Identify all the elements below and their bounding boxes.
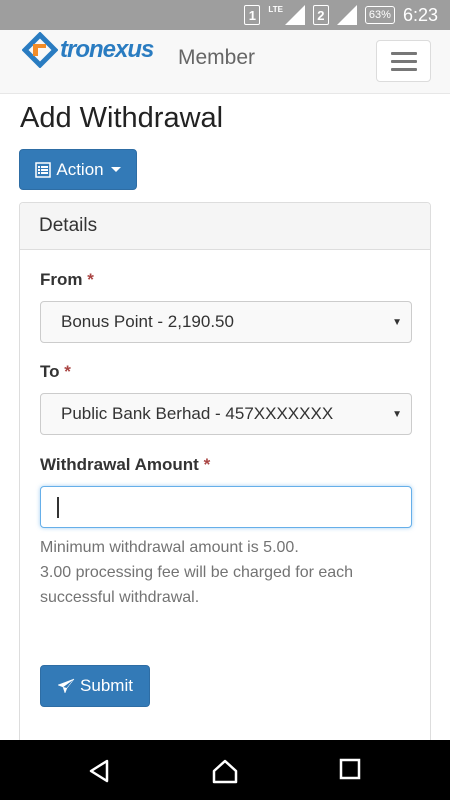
system-nav-bar [0, 740, 450, 800]
brand-name: tronexus [60, 36, 154, 63]
caret-down-icon [110, 167, 121, 172]
from-label-text: From [40, 270, 83, 289]
panel-heading: Details [20, 203, 430, 250]
required-marker: * [87, 270, 94, 289]
menu-bar-icon [390, 67, 417, 71]
required-marker: * [64, 362, 71, 381]
menu-bar-icon [390, 51, 417, 55]
back-icon[interactable] [86, 758, 112, 784]
details-panel: Details From * Bonus Point - 2,190.50 ▼ … [19, 202, 431, 762]
help-line-fee: 3.00 processing fee will be charged for … [40, 564, 354, 606]
top-navbar: tronexus Member [0, 30, 450, 94]
from-label: From * [40, 270, 94, 290]
home-icon[interactable] [211, 758, 239, 784]
menu-bar-icon [390, 59, 417, 63]
network-type: LTE [268, 4, 283, 14]
action-button-label: Action [56, 159, 104, 179]
status-bar: 1 LTE 2 63% 6:23 [0, 0, 450, 30]
dropdown-arrow-icon: ▼ [392, 409, 402, 420]
paper-plane-icon [57, 678, 75, 694]
brand-logo-link[interactable]: tronexus [22, 32, 154, 68]
action-dropdown-button[interactable]: Action [19, 149, 137, 190]
section-label: Member [178, 46, 256, 69]
submit-label: Submit [80, 676, 133, 695]
list-icon [35, 161, 52, 178]
sim2-indicator: 2 [312, 5, 329, 25]
hamburger-menu-button[interactable] [376, 40, 431, 82]
from-select[interactable]: Bonus Point - 2,190.50 ▼ [40, 301, 412, 343]
required-marker: * [203, 455, 211, 474]
page-title: Add Withdrawal [20, 102, 224, 134]
amount-label: Withdrawal Amount * [40, 455, 210, 475]
sim1-indicator: 1 [244, 5, 261, 25]
to-selected-value: Public Bank Berhad - 457XXXXXXX [61, 404, 334, 423]
from-selected-value: Bonus Point - 2,190.50 [61, 312, 234, 331]
clock: 6:23 [402, 4, 438, 25]
to-label-text: To [40, 362, 60, 381]
battery-indicator: 63% [364, 6, 395, 24]
help-text: Minimum withdrawal amount is 5.00. 3.00 … [40, 535, 415, 610]
amount-label-text: Withdrawal Amount [40, 455, 199, 474]
recent-apps-icon[interactable] [339, 758, 361, 780]
text-cursor [57, 497, 59, 518]
tronexus-logo-icon [22, 32, 58, 68]
withdrawal-amount-input[interactable] [40, 486, 412, 528]
submit-button[interactable]: Submit [40, 665, 150, 707]
signal-icon [284, 5, 305, 25]
to-select[interactable]: Public Bank Berhad - 457XXXXXXX ▼ [40, 393, 412, 435]
to-label: To * [40, 362, 71, 382]
help-line-minimum: Minimum withdrawal amount is 5.00. [40, 539, 299, 556]
dropdown-arrow-icon: ▼ [392, 317, 402, 328]
signal-icon-2 [336, 5, 357, 25]
